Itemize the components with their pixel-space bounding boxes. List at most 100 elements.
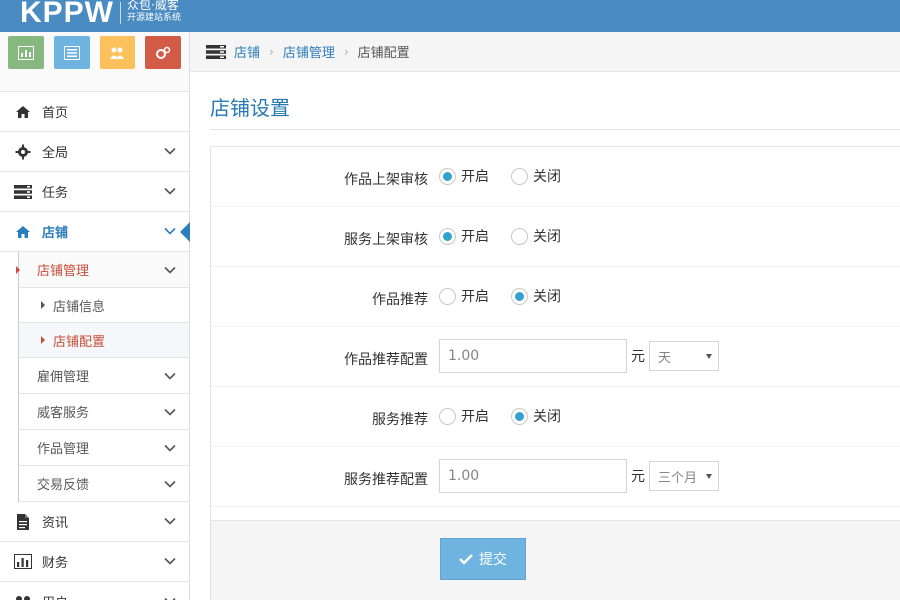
radio-option-on[interactable]: 开启	[439, 406, 489, 426]
radio-option-on[interactable]: 开启	[439, 286, 489, 306]
chevron-down-icon	[164, 557, 176, 565]
gear-icon	[14, 144, 32, 160]
radio-option-off[interactable]: 关闭	[511, 286, 561, 306]
sidebar-item-news[interactable]: 资讯	[0, 502, 189, 542]
submit-button[interactable]: 提交	[440, 538, 526, 580]
sidebar-item-label: 交易反馈	[37, 478, 90, 493]
breadcrumb-separator: ›	[343, 44, 349, 59]
settings-shortcut-button[interactable]	[145, 36, 181, 69]
sidebar-item-shop-config[interactable]: 店铺配置	[19, 323, 189, 358]
chevron-down-icon	[164, 517, 176, 525]
sidebar-item-global[interactable]: 全局	[0, 132, 189, 172]
breadcrumb-link-shop[interactable]: 店铺	[234, 42, 260, 61]
tasks-icon	[206, 44, 226, 59]
sidebar-item-trade-feedback[interactable]: 交易反馈	[19, 466, 189, 502]
price-input[interactable]: 1.00	[439, 459, 627, 493]
sidebar-item-finance[interactable]: 财务	[0, 542, 189, 582]
sidebar-item-users[interactable]: 用户	[0, 582, 189, 600]
radio-group: 开启 关闭	[439, 284, 583, 308]
price-config: 1.00 元 三个月	[439, 459, 719, 493]
breadcrumb-link-shop-management[interactable]: 店铺管理	[283, 42, 335, 61]
users-shortcut-button[interactable]	[99, 36, 136, 69]
sidebar-item-label: 店铺信息	[53, 299, 106, 315]
tagline-line1: 众包·威客	[127, 0, 179, 12]
sidebar-item-hire-management[interactable]: 雇佣管理	[19, 358, 189, 394]
radio-button[interactable]	[439, 407, 456, 425]
field-label: 作品推荐配置	[344, 352, 428, 368]
radio-label: 关闭	[533, 229, 561, 245]
sidebar-item-witkey-service[interactable]: 威客服务	[19, 394, 189, 430]
sidebar-item-shop-info[interactable]: 店铺信息	[19, 288, 189, 323]
shop-settings-form: 作品上架审核 开启 关闭 服务上架审核 开启 关闭 作品推荐 开启 关闭 作品推…	[210, 146, 900, 600]
list-icon	[63, 45, 80, 60]
sidebar-item-home[interactable]: 首页	[0, 92, 189, 132]
period-select[interactable]: 天	[649, 341, 719, 371]
radio-label: 开启	[461, 409, 489, 425]
top-navbar: KPPW 众包·威客 开源建站系统	[0, 0, 900, 32]
users-icon	[110, 47, 125, 59]
tasks-icon	[14, 184, 32, 200]
select-value: 天	[658, 350, 672, 366]
sidebar-item-label: 任务	[42, 186, 69, 201]
radio-button[interactable]	[511, 407, 528, 425]
caret-right-icon	[41, 336, 45, 344]
radio-button[interactable]	[439, 167, 456, 185]
price-input[interactable]: 1.00	[439, 339, 627, 373]
brand-logo[interactable]: KPPW 众包·威客 开源建站系统	[20, 0, 181, 30]
stats-shortcut-button[interactable]	[8, 36, 44, 69]
form-actions: 提交	[211, 520, 900, 600]
check-icon	[459, 554, 473, 565]
radio-button[interactable]	[511, 227, 528, 245]
chevron-down-icon	[164, 147, 176, 155]
radio-button[interactable]	[511, 287, 528, 305]
radio-option-off[interactable]: 关闭	[511, 166, 561, 186]
radio-option-off[interactable]: 关闭	[511, 406, 561, 426]
chevron-down-icon	[164, 408, 176, 416]
sidebar: 首页 全局 任务 店铺 店铺管理 店铺信息 店铺配置 雇佣管理 威客服务 作品管…	[0, 32, 190, 600]
period-select[interactable]: 三个月	[649, 461, 719, 491]
field-label: 服务推荐配置	[344, 472, 428, 488]
sidebar-item-shop-management[interactable]: 店铺管理	[16, 252, 189, 288]
chevron-down-icon	[164, 480, 176, 488]
radio-label: 开启	[461, 229, 489, 245]
form-row-works-review: 作品上架审核 开启 关闭	[211, 147, 900, 207]
sidebar-item-label: 店铺配置	[53, 334, 106, 350]
form-row-works-recommend-config: 作品推荐配置 1.00 元 天	[211, 327, 900, 387]
sidebar-item-shop[interactable]: 店铺	[0, 212, 190, 252]
sidebar-item-label: 店铺管理	[37, 264, 90, 279]
radio-button[interactable]	[439, 227, 456, 245]
list-shortcut-button[interactable]	[53, 36, 90, 69]
breadcrumb-current: 店铺配置	[357, 46, 410, 61]
chevron-down-icon	[164, 597, 176, 600]
tagline-line2: 开源建站系统	[127, 13, 182, 23]
radio-button[interactable]	[511, 167, 528, 185]
submit-label: 提交	[479, 552, 507, 568]
radio-button[interactable]	[439, 287, 456, 305]
sidebar-item-works-management[interactable]: 作品管理	[19, 430, 189, 466]
sidebar-item-label: 财务	[42, 556, 69, 571]
sidebar-item-label: 作品管理	[37, 442, 90, 457]
logo-text: KPPW	[20, 0, 114, 29]
field-label: 作品上架审核	[344, 172, 428, 188]
chevron-down-icon	[164, 372, 176, 380]
form-row-works-recommend: 作品推荐 开启 关闭	[211, 267, 900, 327]
chevron-down-icon	[164, 266, 176, 274]
home-icon	[14, 224, 32, 240]
radio-option-on[interactable]: 开启	[439, 226, 489, 246]
breadcrumb: 店铺 › 店铺管理 › 店铺配置	[190, 32, 900, 72]
sidebar-item-label: 资讯	[42, 516, 69, 531]
form-row-service-recommend: 服务推荐 开启 关闭	[211, 387, 900, 447]
cogs-icon	[156, 46, 171, 59]
radio-group: 开启 关闭	[439, 164, 583, 188]
radio-label: 关闭	[533, 169, 561, 185]
radio-group: 开启 关闭	[439, 224, 583, 248]
caret-right-icon	[16, 266, 20, 274]
chevron-down-icon	[164, 444, 176, 452]
caret-right-icon	[41, 301, 45, 309]
sidebar-item-tasks[interactable]: 任务	[0, 172, 189, 212]
breadcrumb-separator: ›	[269, 44, 274, 59]
radio-option-on[interactable]: 开启	[439, 166, 489, 186]
radio-option-off[interactable]: 关闭	[511, 226, 561, 246]
field-label: 服务推荐	[372, 412, 428, 428]
unit-label: 元	[631, 349, 645, 365]
